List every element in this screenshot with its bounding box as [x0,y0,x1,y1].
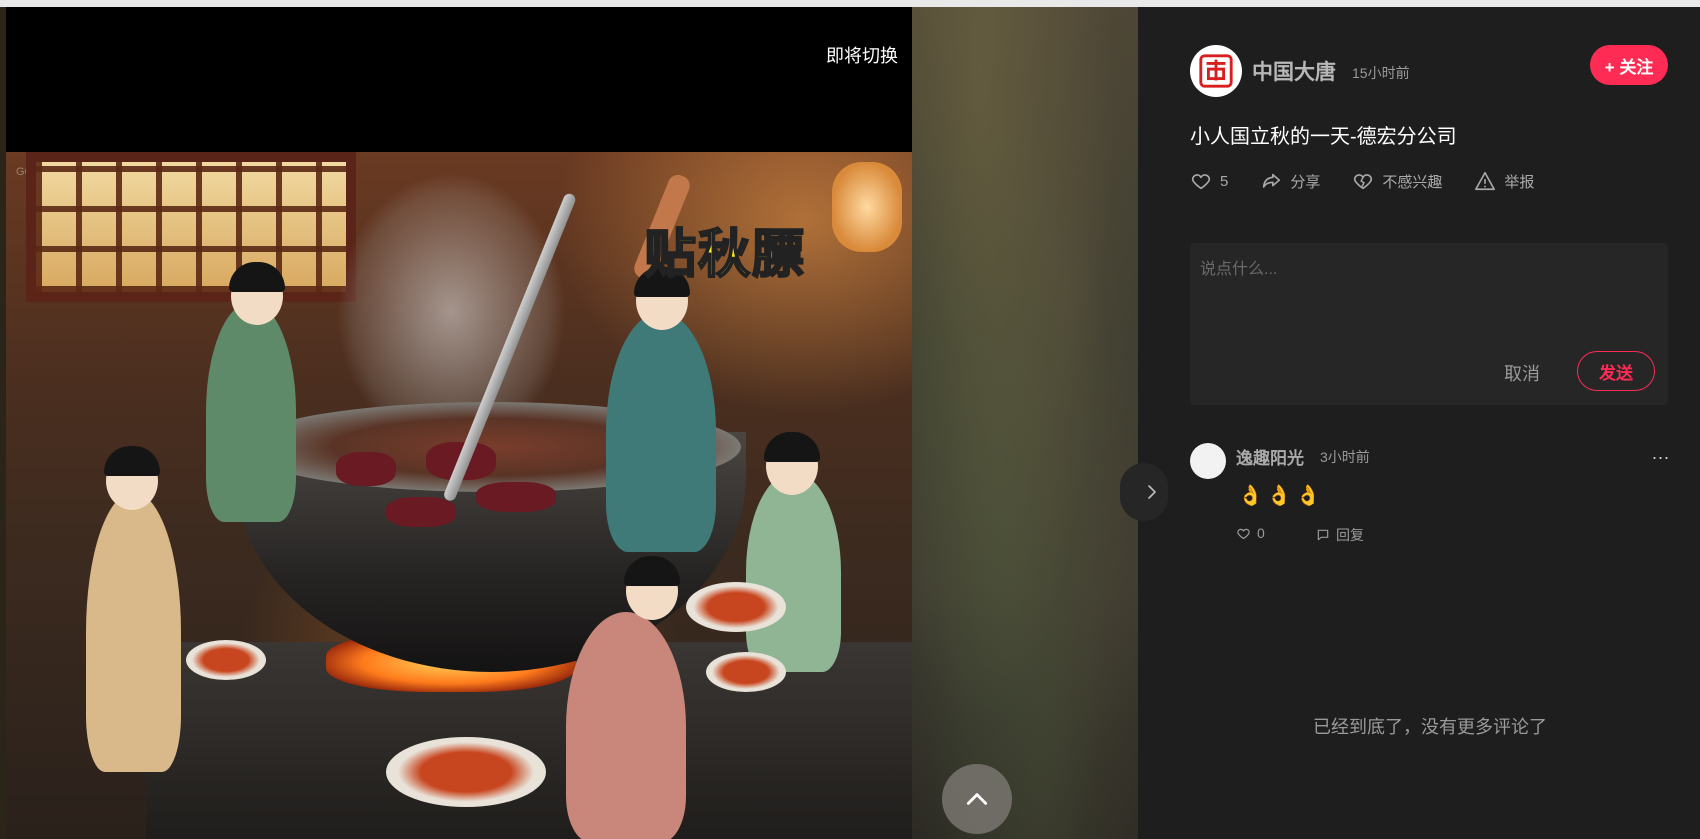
comment-text: 👌👌👌 [1238,485,1325,507]
video-player[interactable]: 即将切换 GOSHEN [6,7,912,839]
comment-more-button[interactable]: ... [1652,443,1670,464]
author-name[interactable]: 中国大唐 [1252,56,1336,86]
comment-input[interactable] [1200,255,1650,335]
post-time: 15小时前 [1352,65,1410,81]
next-video-blur-backdrop [912,7,1138,839]
share-button[interactable]: 分享 [1260,170,1320,192]
browser-top-strip [0,0,1700,7]
reply-label: 回复 [1336,527,1364,543]
figure-hair [104,446,160,476]
report-button[interactable]: 举报 [1474,170,1534,192]
comment-time: 3小时前 [1320,449,1370,465]
chevron-up-icon [966,793,988,805]
like-button[interactable]: 5 [1190,170,1228,192]
lattice-window [26,152,356,302]
meat-piece [336,452,396,486]
chevron-right-icon [1148,485,1156,499]
lantern [832,162,902,252]
comment-like-button[interactable]: 0 [1236,525,1265,541]
previous-video-button[interactable] [942,764,1012,834]
end-of-comments: 已经到底了，没有更多评论了 [1313,717,1547,737]
meat-piece [386,497,456,527]
heart-icon [1191,174,1211,190]
commenter-name[interactable]: 逸趣阳光 [1236,444,1304,469]
figure-hair [764,432,820,462]
send-button[interactable]: 发送 [1577,351,1655,391]
share-label: 分享 [1290,173,1321,191]
comment-like-count: 0 [1257,525,1265,541]
figure-teal-robe [606,312,716,552]
comment-reply-button[interactable]: 回复 [1316,525,1364,545]
like-count: 5 [1220,172,1229,190]
share-icon [1263,173,1281,188]
broken-heart-icon [1354,174,1373,190]
figure-cream-robe [86,492,181,772]
figure-light-green-robe [746,472,841,672]
bowl [706,652,786,692]
report-label: 举报 [1504,173,1535,191]
warning-icon [1475,171,1496,191]
meat-piece [476,482,556,512]
comment-composer: 取消 发送 [1190,243,1668,405]
cancel-button[interactable]: 取消 [1504,360,1540,386]
switch-hint: 即将切换 [826,46,898,66]
reply-icon [1317,529,1329,541]
collapse-panel-button[interactable] [1120,463,1168,521]
bowl [386,737,546,807]
author-row: 中国大唐 15小时前 [1190,45,1410,97]
follow-button[interactable]: + 关注 [1590,45,1668,85]
action-bar: 5 分享 不感兴趣 举报 [1190,170,1566,192]
bowl [686,582,786,632]
figure-green-robe [206,302,296,522]
commenter-avatar[interactable] [1190,443,1226,479]
not-interested-label: 不感兴趣 [1382,173,1443,191]
figure-pink-robe [566,612,686,839]
video-frame: GOSHEN [6,152,912,839]
video-area: 即将切换 GOSHEN [0,7,1138,839]
video-caption: 贴秋膘 [643,224,807,286]
author-avatar[interactable] [1190,45,1242,97]
post-title: 小人国立秋的一天-德宏分公司 [1190,126,1457,148]
not-interested-button[interactable]: 不感兴趣 [1352,170,1442,192]
bowl [186,640,266,680]
heart-icon [1237,528,1250,539]
tang-seal-icon [1199,54,1233,88]
comment-panel: 中国大唐 15小时前 + 关注 小人国立秋的一天-德宏分公司 5 分享 不感兴趣 [1138,7,1700,839]
